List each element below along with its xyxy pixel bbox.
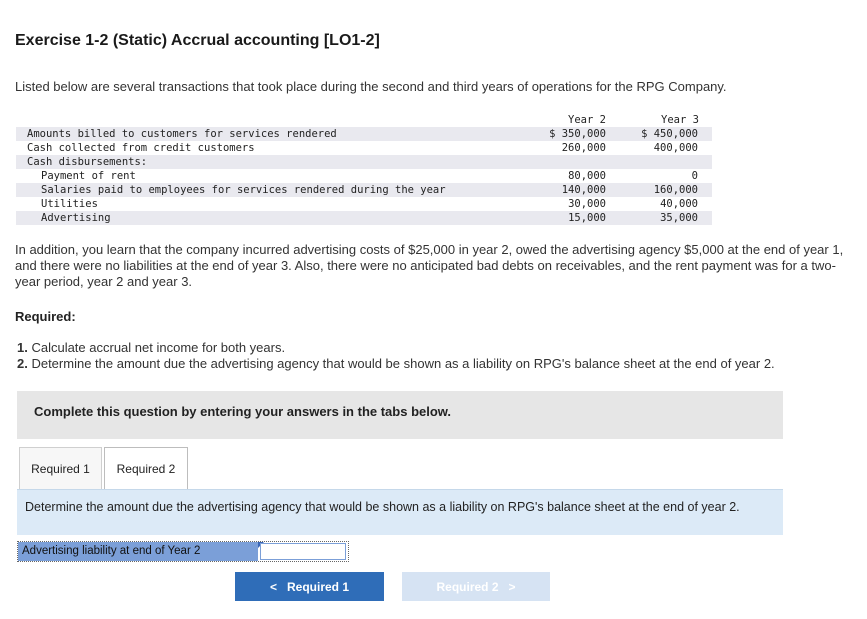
table-row: Advertising 15,000 35,000 — [16, 211, 712, 225]
tab-required-2[interactable]: Required 2 — [104, 447, 188, 490]
requirement-number: 2. — [17, 356, 28, 371]
row-label: Cash collected from credit customers — [27, 142, 255, 154]
next-required-button[interactable]: Required 2 > — [402, 572, 550, 601]
requirement-text: Determine the amount due the advertising… — [27, 356, 775, 371]
row-label: Utilities — [41, 198, 98, 210]
row-label: Advertising — [41, 212, 111, 224]
banner-text: Complete this question by entering your … — [34, 404, 452, 419]
row-year-3: 35,000 — [660, 212, 698, 224]
table-header-row: Year 2 Year 3 — [16, 113, 712, 127]
panel-text: Determine the amount due the advertising… — [25, 500, 740, 514]
row-year-2: $ 350,000 — [549, 128, 606, 140]
table-row: Utilities 30,000 40,000 — [16, 197, 712, 211]
row-year-2: 80,000 — [568, 170, 606, 182]
transactions-table: Year 2 Year 3 Amounts billed to customer… — [16, 113, 712, 225]
row-label: Salaries paid to employees for services … — [41, 184, 446, 196]
table-row: Cash disbursements: — [16, 155, 712, 169]
row-year-3: 400,000 — [653, 142, 698, 154]
requirement-item: 2. Determine the amount due the advertis… — [17, 356, 775, 372]
row-year-2: 260,000 — [561, 142, 606, 154]
answer-label: Advertising liability at end of Year 2 — [18, 542, 258, 561]
tab-label: Required 1 — [31, 461, 90, 476]
chevron-right-icon: > — [508, 579, 516, 594]
page-title: Exercise 1-2 (Static) Accrual accounting… — [15, 32, 380, 49]
table-row: Payment of rent 80,000 0 — [16, 169, 712, 183]
row-label: Payment of rent — [41, 170, 136, 182]
required-heading: Required: — [15, 309, 76, 324]
requirement-number: 1. — [17, 340, 28, 355]
row-label: Cash disbursements: — [27, 156, 148, 168]
row-year-3: 40,000 — [660, 198, 698, 210]
chevron-left-icon: < — [269, 579, 277, 594]
instructions-banner: Complete this question by entering your … — [17, 391, 783, 439]
row-year-2: 140,000 — [561, 184, 606, 196]
advertising-liability-input[interactable] — [260, 543, 346, 560]
tab-required-1[interactable]: Required 1 — [19, 447, 102, 489]
row-year-2: 30,000 — [568, 198, 606, 210]
prev-button-label: Required 1 — [287, 579, 350, 594]
tab-label: Required 2 — [116, 462, 176, 476]
additional-info-paragraph: In addition, you learn that the company … — [15, 242, 844, 289]
question-panel: Determine the amount due the advertising… — [17, 489, 783, 535]
row-year-3: 160,000 — [653, 184, 698, 196]
row-year-3: 0 — [691, 170, 698, 182]
next-button-label: Required 2 — [436, 579, 499, 594]
requirement-text: Calculate accrual net income for both ye… — [27, 340, 286, 355]
requirements-list: 1. Calculate accrual net income for both… — [17, 340, 775, 372]
row-label: Amounts billed to customers for services… — [27, 128, 337, 140]
header-year-3: Year 3 — [661, 114, 699, 126]
row-year-2: 15,000 — [568, 212, 606, 224]
table-row: Salaries paid to employees for services … — [16, 183, 712, 197]
row-year-3: $ 450,000 — [641, 128, 698, 140]
intro-text: Listed below are several transactions th… — [15, 79, 727, 94]
table-row: Cash collected from credit customers 260… — [16, 141, 712, 155]
answer-row: Advertising liability at end of Year 2 — [17, 541, 349, 562]
table-row: Amounts billed to customers for services… — [16, 127, 712, 141]
header-year-2: Year 2 — [568, 114, 606, 126]
previous-required-button[interactable]: < Required 1 — [235, 572, 384, 601]
requirement-item: 1. Calculate accrual net income for both… — [17, 340, 775, 356]
